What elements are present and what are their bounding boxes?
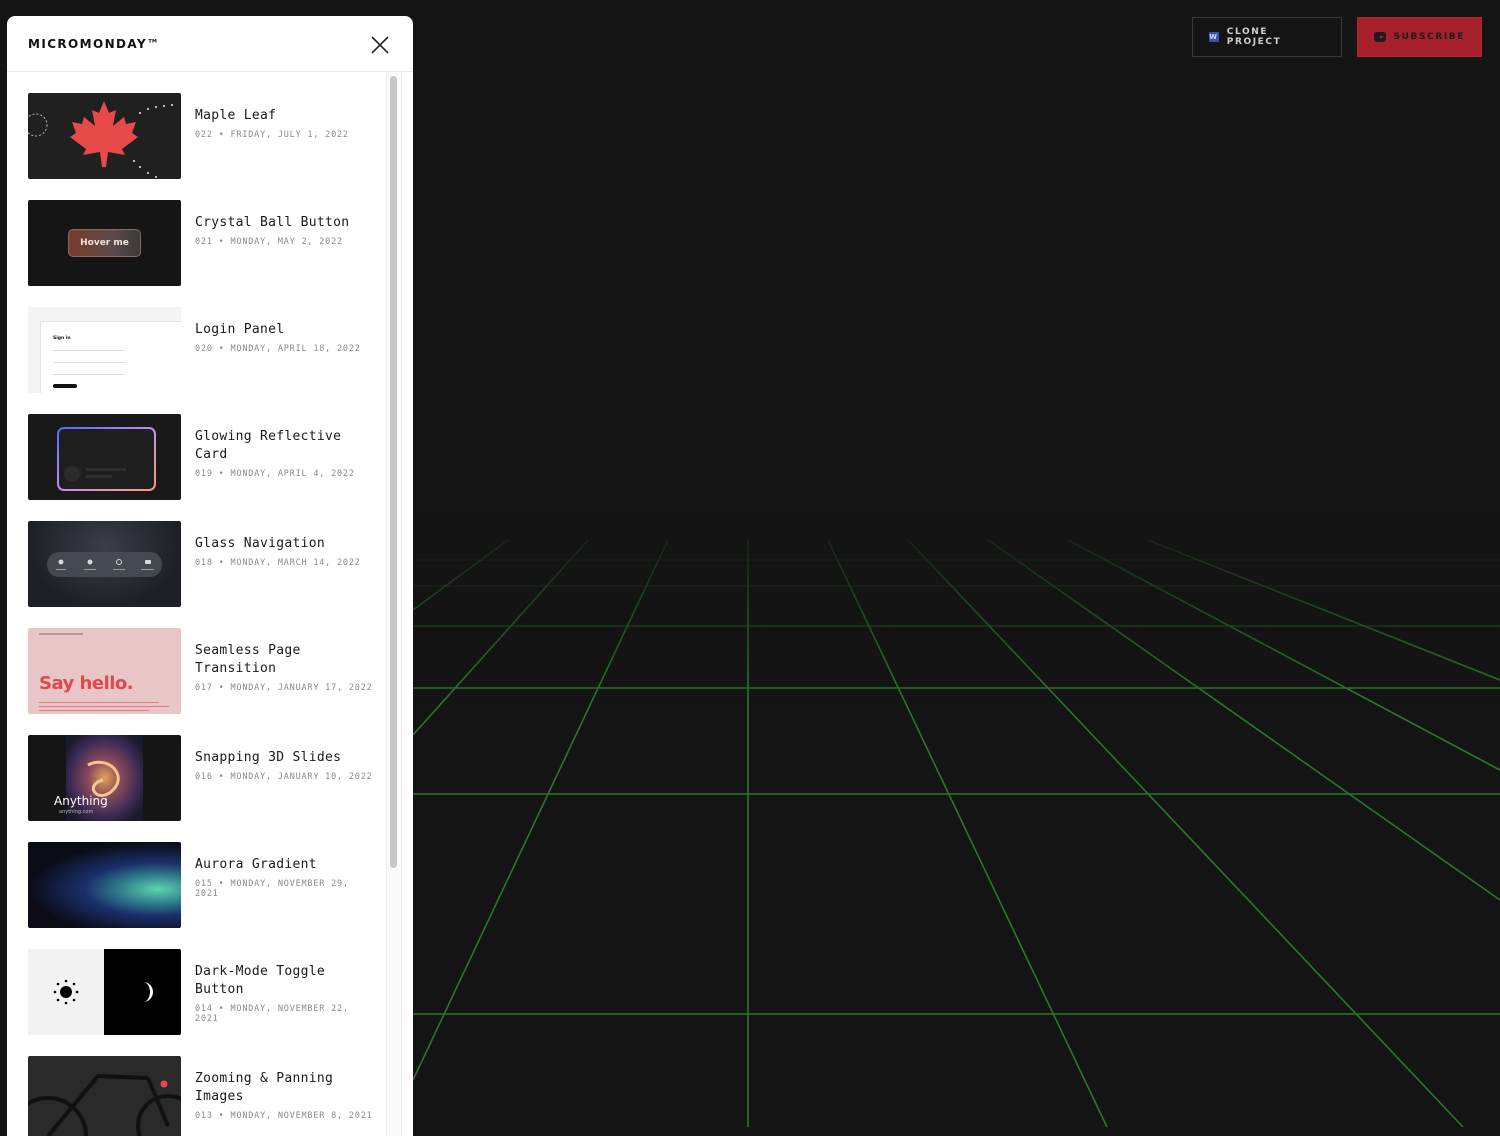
drawer-header: MICROMONDAY™ [7,16,413,72]
scrollbar-thumb[interactable] [390,76,397,868]
maple-leaf-thumbnail [28,93,181,179]
glowing-card-thumbnail [28,414,181,500]
item-title: Snapping 3D Slides [195,750,342,765]
item-meta: 017 • MONDAY, JANUARY 17, 2022 [195,683,373,693]
zooming-panning-thumbnail [28,1056,181,1136]
item-meta: 020 • MONDAY, APRIL 18, 2022 [195,344,361,354]
item-meta: 016 • MONDAY, JANUARY 10, 2022 [195,772,373,782]
project-drawer: MICROMONDAY™ Maple Leaf 022 • FRIDAY, JU… [7,16,413,1136]
dark-mode-toggle-thumbnail [28,949,181,1035]
item-meta: 019 • MONDAY, APRIL 4, 2022 [195,469,355,479]
item-meta: 014 • MONDAY, NOVEMBER 22, 2021 [195,1004,349,1024]
list-item[interactable]: Maple Leaf 022 • FRIDAY, JULY 1, 2022 [28,93,378,179]
login-panel-thumbnail: Sign in [28,307,181,393]
item-title: Zooming & Panning Images [195,1071,334,1104]
item-title: Dark-Mode Toggle Button [195,964,326,997]
project-list: Maple Leaf 022 • FRIDAY, JULY 1, 2022 Ho… [7,72,387,1136]
login-heading: Sign in [53,336,71,341]
list-item[interactable]: Glowing Reflective Card 019 • MONDAY, AP… [28,414,378,500]
list-item[interactable]: Zooming & Panning Images 013 • MONDAY, N… [28,1056,378,1136]
crystal-ball-thumbnail: Hover me [28,200,181,286]
header-actions: W CLONE PROJECT SUBSCRIBE [1192,17,1482,57]
list-item[interactable]: Say hello. Seamless Page Transition 017 … [28,628,378,714]
list-item[interactable]: Aurora Gradient 015 • MONDAY, NOVEMBER 2… [28,842,378,928]
list-item[interactable]: Hover me Crystal Ball Button 021 • MONDA… [28,200,378,286]
list-item[interactable]: Dark-Mode Toggle Button 014 • MONDAY, NO… [28,949,378,1035]
say-hello-text: Say hello. [39,673,134,694]
subscribe-label: SUBSCRIBE [1393,32,1465,42]
item-meta: 018 • MONDAY, MARCH 14, 2022 [195,558,361,568]
item-meta: 013 • MONDAY, NOVEMBER 8, 2021 [195,1111,373,1121]
hover-me-preview: Hover me [68,229,141,257]
subscribe-button[interactable]: SUBSCRIBE [1357,17,1482,57]
item-meta: 021 • MONDAY, MAY 2, 2022 [195,237,343,247]
item-meta: 022 • FRIDAY, JULY 1, 2022 [195,130,349,140]
item-title: Maple Leaf [195,108,277,123]
login-card-preview: Sign in [40,321,181,393]
list-item[interactable]: Glass Navigation 018 • MONDAY, MARCH 14,… [28,521,378,607]
aurora-gradient-thumbnail [28,842,181,928]
glass-navigation-thumbnail [28,521,181,607]
close-icon[interactable] [369,34,391,56]
snapping-slides-thumbnail: Anything anything.com [28,735,181,821]
item-meta: 015 • MONDAY, NOVEMBER 29, 2021 [195,879,349,899]
item-title: Crystal Ball Button [195,215,350,230]
snapping-caption: Anything [54,794,108,808]
nav-preview [39,633,83,635]
clone-project-label: CLONE PROJECT [1226,27,1282,47]
webflow-icon: W [1209,32,1219,42]
seamless-transition-thumbnail: Say hello. [28,628,181,714]
item-title: Aurora Gradient [195,857,317,872]
item-title: Glowing Reflective Card [195,429,342,462]
list-item[interactable]: Sign in Login Panel 020 • MONDAY, APRIL … [28,307,378,393]
item-title: Seamless Page Transition [195,643,301,676]
item-title: Glass Navigation [195,536,326,551]
clone-project-button[interactable]: W CLONE PROJECT [1192,17,1342,57]
item-title: Login Panel [195,322,285,337]
list-item[interactable]: Anything anything.com Snapping 3D Slides… [28,735,378,821]
snapping-subcaption: anything.com [59,809,94,815]
scrollbar[interactable] [386,72,402,1136]
youtube-icon [1374,32,1386,42]
brand-logo: MICROMONDAY™ [28,37,161,51]
